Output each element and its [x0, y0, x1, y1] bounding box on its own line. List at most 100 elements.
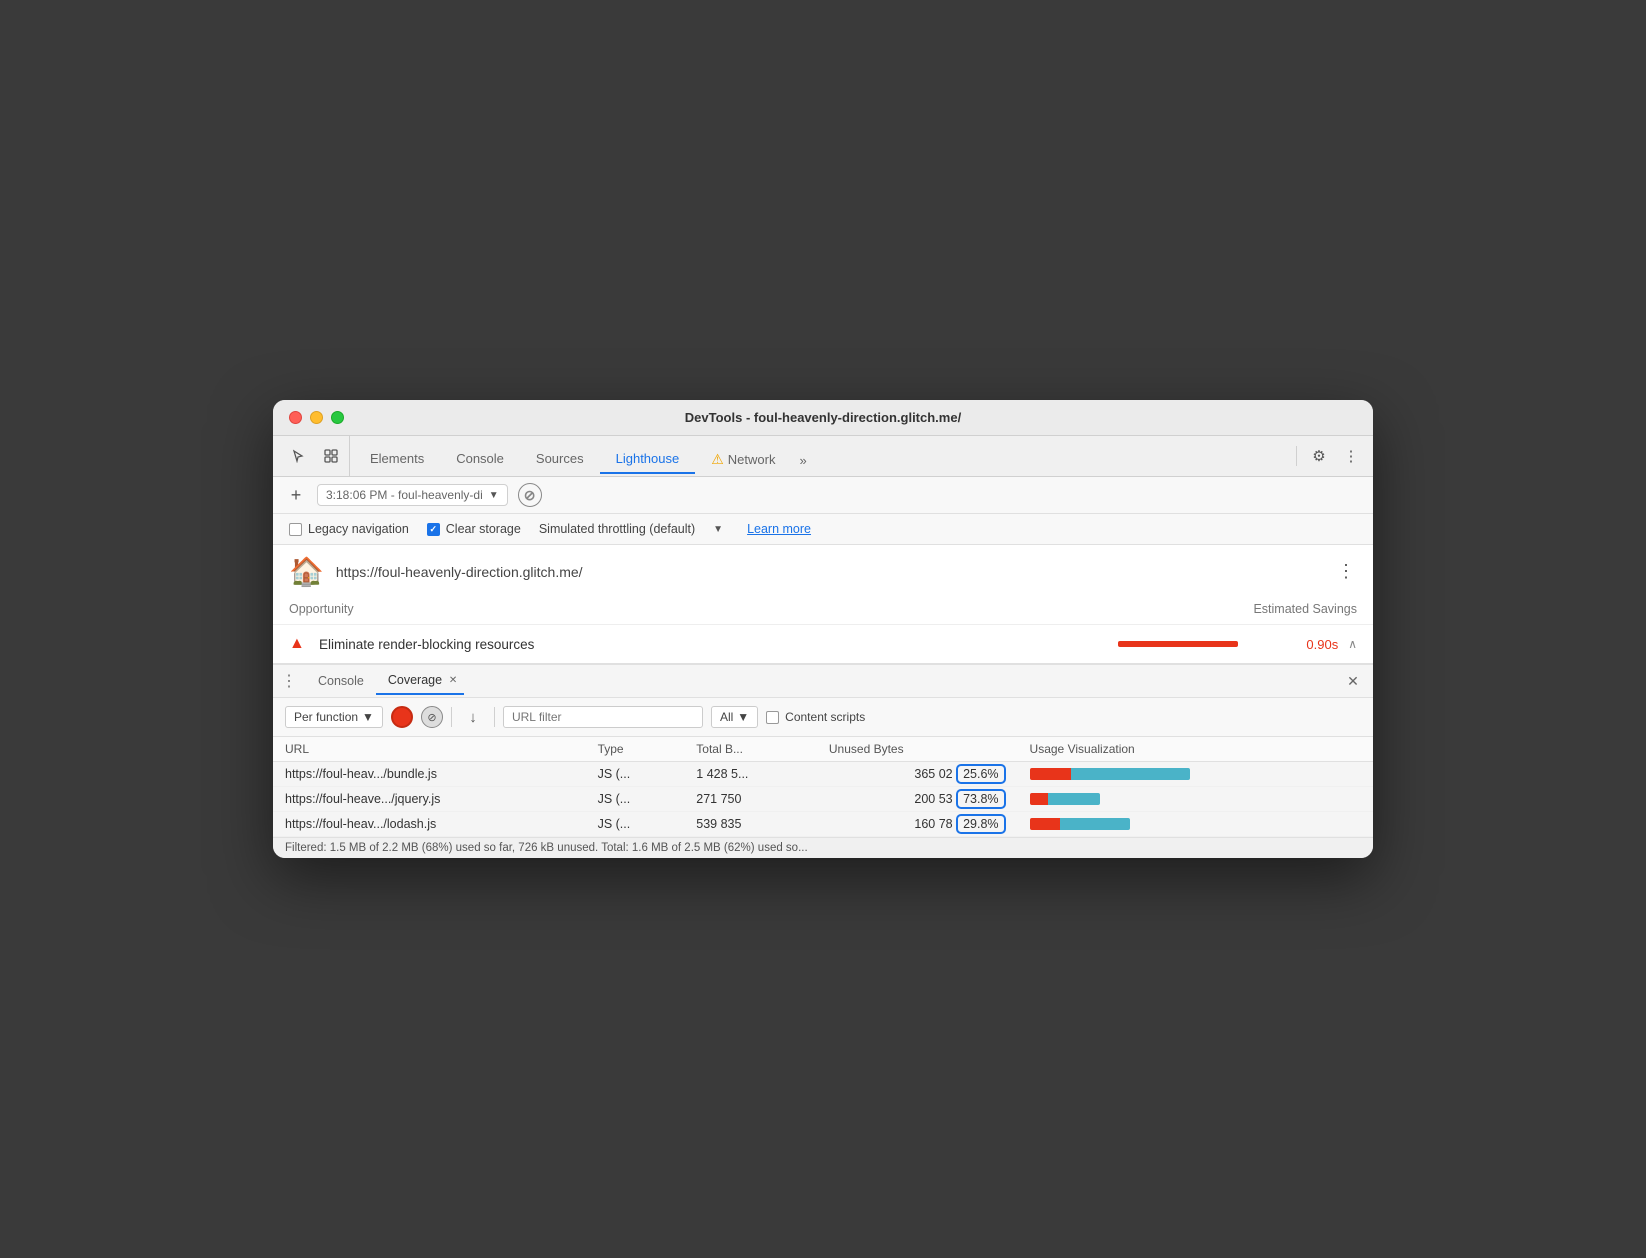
url-cell: https://foul-heav.../lodash.js	[273, 812, 586, 837]
opportunity-savings: 0.90s	[1288, 637, 1338, 652]
lh-url-bar: 🏠 https://foul-heavenly-direction.glitch…	[273, 545, 1373, 598]
total-cell: 1 428 5...	[684, 762, 817, 787]
settings-icon[interactable]: ⚙	[1305, 442, 1333, 470]
url-chevron-icon[interactable]: ▼	[489, 490, 499, 501]
cursor-icon[interactable]	[285, 442, 313, 470]
col-vis[interactable]: Usage Visualization	[1018, 737, 1373, 762]
table-row: https://foul-heave.../jquery.js JS (... …	[273, 787, 1373, 812]
col-total[interactable]: Total B...	[684, 737, 817, 762]
vis-cell	[1018, 762, 1373, 787]
unused-bar	[1048, 793, 1100, 805]
learn-more-button[interactable]: Learn more	[747, 522, 811, 536]
lh-url-text: https://foul-heavenly-direction.glitch.m…	[336, 564, 1325, 580]
clear-storage-check[interactable]	[427, 523, 440, 536]
record-button[interactable]	[391, 706, 413, 728]
more-tabs-button[interactable]: »	[791, 447, 814, 474]
usage-visualization-bar	[1030, 768, 1210, 780]
tab-console-panel[interactable]: Console	[306, 668, 376, 694]
throttling-dropdown-icon[interactable]: ▼	[713, 524, 723, 535]
table-header-row: URL Type Total B... Unused Bytes Usage V…	[273, 737, 1373, 762]
devtools-window: DevTools - foul-heavenly-direction.glitc…	[273, 400, 1373, 858]
used-bar	[1030, 768, 1071, 780]
lighthouse-section: 🏠 https://foul-heavenly-direction.glitch…	[273, 545, 1373, 664]
url-cell: https://foul-heav.../bundle.js	[273, 762, 586, 787]
panel-menu-icon[interactable]: ⋮	[281, 671, 298, 691]
unused-bytes-cell: 365 02 25.6%	[817, 762, 1018, 787]
opportunity-header: Opportunity	[289, 602, 354, 616]
minimize-button[interactable]	[310, 411, 323, 424]
type-cell: JS (...	[586, 762, 685, 787]
content-scripts-checkbox[interactable]: Content scripts	[766, 710, 865, 724]
coverage-table-container: URL Type Total B... Unused Bytes Usage V…	[273, 737, 1373, 837]
legacy-navigation-checkbox[interactable]: Legacy navigation	[289, 522, 409, 536]
col-unused[interactable]: Unused Bytes	[817, 737, 1018, 762]
content-scripts-check[interactable]	[766, 711, 779, 724]
used-bar	[1030, 818, 1060, 830]
url-filter-input[interactable]	[503, 706, 703, 728]
per-function-dropdown[interactable]: Per function ▼	[285, 706, 383, 728]
all-dropdown[interactable]: All ▼	[711, 706, 758, 728]
opportunity-title: Eliminate render-blocking resources	[319, 637, 1108, 652]
close-button[interactable]	[289, 411, 302, 424]
usage-visualization-bar	[1030, 793, 1210, 805]
vis-cell	[1018, 787, 1373, 812]
tab-sources[interactable]: Sources	[520, 445, 600, 474]
url-input[interactable]: 3:18:06 PM - foul-heavenly-di ▼	[317, 484, 508, 506]
coverage-table: URL Type Total B... Unused Bytes Usage V…	[273, 737, 1373, 837]
more-options-icon[interactable]: ⋮	[1337, 442, 1365, 470]
warning-icon: ⚠	[711, 451, 724, 468]
content-scripts-label: Content scripts	[785, 710, 865, 724]
unused-bytes-cell: 160 78 29.8%	[817, 812, 1018, 837]
vis-cell	[1018, 812, 1373, 837]
type-cell: JS (...	[586, 812, 685, 837]
table-row: https://foul-heav.../lodash.js JS (... 5…	[273, 812, 1373, 837]
table-row: https://foul-heav.../bundle.js JS (... 1…	[273, 762, 1373, 787]
panel-header: ⋮ Console Coverage ✕ ✕	[273, 664, 1373, 698]
clear-storage-label: Clear storage	[446, 522, 521, 536]
nav-icons	[281, 436, 350, 476]
panel-close-button[interactable]: ✕	[1341, 669, 1365, 693]
opportunity-bar	[1118, 641, 1278, 647]
lh-table-header: Opportunity Estimated Savings	[273, 598, 1373, 624]
no-entry-icon[interactable]: ⊘	[518, 483, 542, 507]
unused-pct-highlight: 25.6%	[956, 764, 1005, 784]
coverage-controls: Per function ▼ ⊘ ↓ All ▼ Content scripts	[273, 698, 1373, 737]
lh-more-options-icon[interactable]: ⋮	[1337, 561, 1357, 582]
options-bar: Legacy navigation Clear storage Simulate…	[273, 514, 1373, 545]
type-cell: JS (...	[586, 787, 685, 812]
per-function-chevron-icon: ▼	[362, 710, 374, 724]
unused-pct-highlight: 29.8%	[956, 814, 1005, 834]
tab-elements[interactable]: Elements	[354, 445, 440, 474]
maximize-button[interactable]	[331, 411, 344, 424]
url-time: 3:18:06 PM - foul-heavenly-di	[326, 488, 483, 502]
estimated-savings-header: Estimated Savings	[1253, 602, 1357, 616]
all-chevron-icon: ▼	[737, 710, 749, 724]
stop-button[interactable]: ⊘	[421, 706, 443, 728]
legacy-nav-label: Legacy navigation	[308, 522, 409, 536]
col-type[interactable]: Type	[586, 737, 685, 762]
tab-toolbar: Elements Console Sources Lighthouse ⚠ Ne…	[273, 436, 1373, 477]
inspect-icon[interactable]	[317, 442, 345, 470]
opportunity-chevron-icon[interactable]: ∧	[1348, 637, 1357, 651]
total-cell: 271 750	[684, 787, 817, 812]
total-cell: 539 835	[684, 812, 817, 837]
lighthouse-logo-icon: 🏠	[289, 555, 324, 588]
add-tab-button[interactable]: +	[285, 485, 307, 506]
tab-bar: Elements Console Sources Lighthouse ⚠ Ne…	[354, 438, 1292, 474]
coverage-tab-close-icon[interactable]: ✕	[446, 673, 460, 687]
download-button[interactable]: ↓	[460, 704, 486, 730]
tab-lighthouse[interactable]: Lighthouse	[600, 445, 696, 474]
unused-pct-highlight: 73.8%	[956, 789, 1005, 809]
unused-bar	[1071, 768, 1190, 780]
tab-console[interactable]: Console	[440, 445, 520, 474]
tab-network[interactable]: ⚠ Network	[695, 445, 791, 474]
col-url[interactable]: URL	[273, 737, 586, 762]
divider2	[451, 707, 452, 727]
legacy-nav-check[interactable]	[289, 523, 302, 536]
window-title: DevTools - foul-heavenly-direction.glitc…	[685, 410, 961, 425]
per-function-label: Per function	[294, 710, 358, 724]
url-cell: https://foul-heave.../jquery.js	[273, 787, 586, 812]
opportunity-row: ▲ Eliminate render-blocking resources 0.…	[273, 624, 1373, 663]
tab-coverage-panel[interactable]: Coverage ✕	[376, 667, 464, 695]
clear-storage-checkbox[interactable]: Clear storage	[427, 522, 521, 536]
